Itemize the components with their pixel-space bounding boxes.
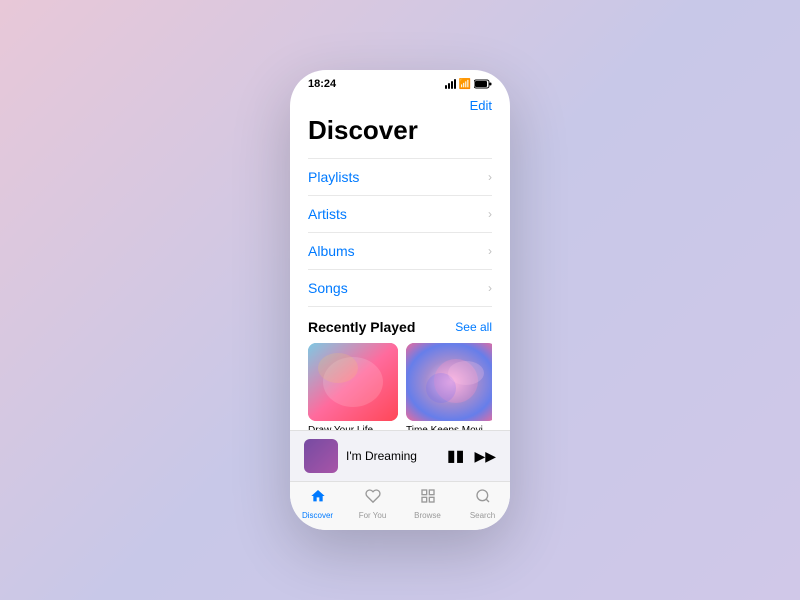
tab-for-you-label: For You — [359, 511, 387, 520]
menu-item-songs[interactable]: Songs › — [308, 270, 492, 307]
menu-list: Playlists › Artists › Albums › Songs › — [308, 158, 492, 307]
home-icon — [310, 488, 326, 509]
album-art-1 — [308, 343, 398, 421]
recently-played-title: Recently Played — [308, 319, 415, 335]
see-all-button[interactable]: See all — [455, 320, 492, 334]
search-icon — [475, 488, 491, 509]
tab-bar: Discover For You Browse — [290, 481, 510, 530]
menu-item-artists[interactable]: Artists › — [308, 196, 492, 233]
menu-item-playlists[interactable]: Playlists › — [308, 159, 492, 196]
tab-search-label: Search — [470, 511, 495, 520]
chevron-icon: › — [488, 244, 492, 258]
browse-icon — [420, 488, 436, 509]
recently-played-header: Recently Played See all — [308, 319, 492, 335]
signal-icon — [445, 79, 456, 89]
albums-label: Albums — [308, 243, 355, 259]
np-thumbnail — [304, 439, 338, 473]
status-icons: 📶 — [445, 79, 492, 90]
songs-label: Songs — [308, 280, 348, 296]
tab-discover[interactable]: Discover — [290, 488, 345, 520]
tab-browse-label: Browse — [414, 511, 441, 520]
chevron-icon: › — [488, 281, 492, 295]
main-content: Edit Discover Playlists › Artists › Albu… — [290, 94, 510, 430]
chevron-icon: › — [488, 170, 492, 184]
now-playing-bar: I'm Dreaming ▮▮ ▶▶ — [290, 430, 510, 481]
album-art-2 — [406, 343, 492, 421]
tab-discover-label: Discover — [302, 511, 333, 520]
battery-icon — [474, 79, 492, 89]
page-title: Discover — [308, 115, 492, 146]
status-bar: 18:24 📶 — [290, 70, 510, 94]
status-time: 18:24 — [308, 78, 336, 90]
album-card-1[interactable]: Draw Your Life Coopex — [308, 343, 398, 430]
menu-item-albums[interactable]: Albums › — [308, 233, 492, 270]
tab-browse[interactable]: Browse — [400, 488, 455, 520]
wifi-icon: 📶 — [459, 79, 471, 90]
pause-button[interactable]: ▮▮ — [447, 446, 465, 466]
tab-for-you[interactable]: For You — [345, 488, 400, 520]
phone-frame: 18:24 📶 Edit Discover Pl — [290, 70, 510, 530]
np-controls: ▮▮ ▶▶ — [447, 446, 496, 466]
np-title: I'm Dreaming — [346, 449, 439, 463]
heart-icon — [365, 488, 381, 509]
album-card-2[interactable]: Time Keeps Moving On Henybo — [406, 343, 492, 430]
playlists-label: Playlists — [308, 169, 359, 185]
edit-button[interactable]: Edit — [470, 98, 492, 113]
skip-button[interactable]: ▶▶ — [474, 448, 496, 465]
tab-search[interactable]: Search — [455, 488, 510, 520]
album-cards-row: Draw Your Life Coopex — [308, 343, 492, 430]
artists-label: Artists — [308, 206, 347, 222]
chevron-icon: › — [488, 207, 492, 221]
header-row: Edit — [308, 94, 492, 115]
